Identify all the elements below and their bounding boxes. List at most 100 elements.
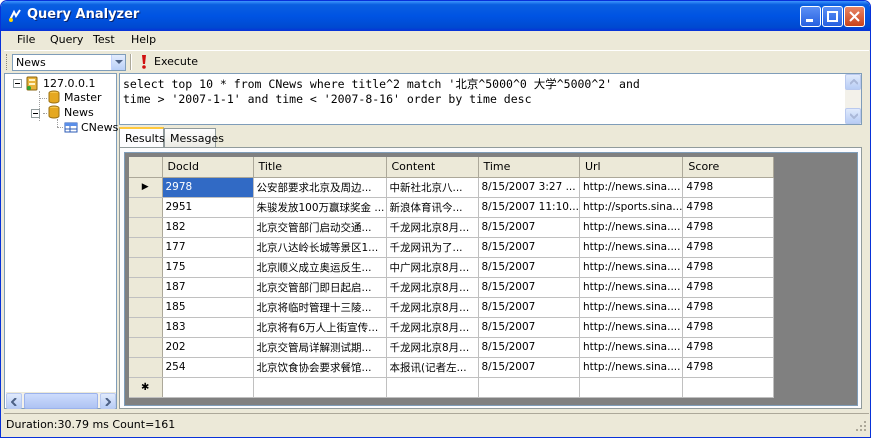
cell-content[interactable]: 千龙网讯为了...	[386, 237, 479, 258]
table-row[interactable]: ▶ 2978 公安部要求北京及周边... 中新社北京八... 8/15/2007 3:2…	[129, 177, 775, 198]
minimize-button[interactable]	[800, 6, 821, 27]
cell-title[interactable]: 北京将有6万人上街宣传...	[253, 317, 387, 338]
scroll-down-button[interactable]	[845, 108, 861, 124]
row-header[interactable]	[129, 357, 163, 378]
new-row-cell[interactable]	[162, 377, 254, 398]
cell-time[interactable]: 8/15/2007	[478, 297, 580, 318]
table-row[interactable]: 175 北京顺义成立奥运反生... 中广网北京8月... 8/15/2007 http:…	[129, 257, 775, 278]
cell-content[interactable]: 千龙网北京8月...	[386, 337, 479, 358]
scroll-right-button[interactable]	[100, 393, 116, 409]
cell-url[interactable]: http://news.sina....	[579, 357, 684, 378]
cell-time[interactable]: 8/15/2007	[478, 257, 580, 278]
cell-docid[interactable]: 183	[162, 317, 254, 338]
column-header-title[interactable]: Title	[253, 157, 387, 178]
row-header[interactable]	[129, 197, 163, 218]
row-header[interactable]	[129, 217, 163, 238]
new-row[interactable]: ✱	[129, 377, 775, 398]
query-editor[interactable]: select top 10 * from CNews where title^2…	[119, 73, 862, 125]
menu-file[interactable]: File	[17, 33, 35, 46]
cell-content[interactable]: 千龙网北京8月...	[386, 277, 479, 298]
cell-score[interactable]: 4798	[682, 337, 775, 358]
cell-score[interactable]: 4798	[682, 217, 775, 238]
cell-title[interactable]: 北京交管部门即日起启...	[253, 277, 387, 298]
cell-url[interactable]: http://news.sina....	[579, 257, 684, 278]
table-row[interactable]: 187 北京交管部门即日起启... 千龙网北京8月... 8/15/2007 http:…	[129, 277, 775, 298]
cell-content[interactable]: 中广网北京8月...	[386, 257, 479, 278]
column-header-score[interactable]: Score	[682, 157, 775, 178]
cell-content[interactable]: 千龙网北京8月...	[386, 297, 479, 318]
cell-url[interactable]: http://news.sina....	[579, 277, 684, 298]
cell-time[interactable]: 8/15/2007	[478, 337, 580, 358]
cell-url[interactable]: http://news.sina....	[579, 217, 684, 238]
cell-docid[interactable]: 177	[162, 237, 254, 258]
cell-url[interactable]: http://news.sina....	[579, 337, 684, 358]
cell-docid[interactable]: 182	[162, 217, 254, 238]
cell-docid[interactable]: 254	[162, 357, 254, 378]
title-bar[interactable]: Query Analyzer	[1, 1, 870, 31]
cell-score[interactable]: 4798	[682, 317, 775, 338]
results-grid[interactable]: DocId Title Content Time Url Score ▶ 2978…	[129, 157, 775, 398]
object-tree[interactable]: 127.0.0.1 Master News CNews	[4, 73, 118, 409]
cell-score[interactable]: 4798	[682, 257, 775, 278]
toolbar-grip[interactable]	[6, 54, 9, 70]
cell-time[interactable]: 8/15/2007 3:27 ...	[478, 177, 580, 198]
cell-score[interactable]: 4798	[682, 357, 775, 378]
database-select-dropdown[interactable]	[111, 55, 125, 70]
table-row[interactable]: 183 北京将有6万人上街宣传... 千龙网北京8月... 8/15/2007 http…	[129, 317, 775, 338]
menu-help[interactable]: Help	[131, 33, 156, 46]
database-select[interactable]: News	[12, 54, 126, 71]
maximize-button[interactable]	[822, 6, 843, 27]
cell-url[interactable]: http://news.sina....	[579, 177, 684, 198]
new-row-cell[interactable]	[253, 377, 387, 398]
cell-score[interactable]: 4798	[682, 237, 775, 258]
scroll-up-button[interactable]	[845, 74, 861, 90]
tree-database-master[interactable]: Master	[64, 91, 102, 104]
cell-score[interactable]: 4798	[682, 297, 775, 318]
cell-title[interactable]: 北京将临时管理十三陵...	[253, 297, 387, 318]
cell-score[interactable]: 4798	[682, 197, 775, 218]
cell-time[interactable]: 8/15/2007	[478, 277, 580, 298]
table-row[interactable]: 185 北京将临时管理十三陵... 千龙网北京8月... 8/15/2007 http:…	[129, 297, 775, 318]
scroll-left-button[interactable]	[6, 393, 22, 409]
resize-grip-icon[interactable]	[855, 420, 867, 432]
cell-time[interactable]: 8/15/2007	[478, 217, 580, 238]
cell-url[interactable]: http://news.sina....	[579, 297, 684, 318]
cell-url[interactable]: http://sports.sina...	[579, 197, 684, 218]
column-header-content[interactable]: Content	[386, 157, 479, 178]
row-header[interactable]	[129, 317, 163, 338]
grid-corner-header[interactable]	[129, 157, 163, 178]
cell-docid[interactable]: 187	[162, 277, 254, 298]
cell-content[interactable]: 千龙网北京8月...	[386, 217, 479, 238]
cell-content[interactable]: 中新社北京八...	[386, 177, 479, 198]
table-row[interactable]: 182 北京交管部门启动交通... 千龙网北京8月... 8/15/2007 http:…	[129, 217, 775, 238]
close-button[interactable]	[844, 6, 865, 27]
cell-title[interactable]: 北京交管局详解测试期...	[253, 337, 387, 358]
news-collapse-toggle[interactable]	[31, 109, 40, 118]
table-row[interactable]: 2951 朱骏发放100万赢球奖金 ... 新浪体育讯今... 8/15/2007 1…	[129, 197, 775, 218]
tree-database-news[interactable]: News	[64, 106, 94, 119]
cell-content[interactable]: 新浪体育讯今...	[386, 197, 479, 218]
cell-title[interactable]: 公安部要求北京及周边...	[253, 177, 387, 198]
row-header[interactable]	[129, 337, 163, 358]
cell-content[interactable]: 本报讯(记者左...	[386, 357, 479, 378]
row-header[interactable]	[129, 257, 163, 278]
scroll-thumb[interactable]	[24, 393, 98, 409]
row-header[interactable]	[129, 277, 163, 298]
table-row[interactable]: 254 北京饮食协会要求餐馆... 本报讯(记者左... 8/15/2007 http:…	[129, 357, 775, 378]
cell-title[interactable]: 北京顺义成立奥运反生...	[253, 257, 387, 278]
cell-title[interactable]: 朱骏发放100万赢球奖金 ...	[253, 197, 387, 218]
row-header[interactable]	[129, 297, 163, 318]
table-row[interactable]: 202 北京交管局详解测试期... 千龙网北京8月... 8/15/2007 http:…	[129, 337, 775, 358]
execute-button[interactable]: Execute	[136, 53, 198, 71]
cell-time[interactable]: 8/15/2007	[478, 357, 580, 378]
cell-time[interactable]: 8/15/2007	[478, 237, 580, 258]
cell-url[interactable]: http://news.sina....	[579, 237, 684, 258]
cell-title[interactable]: 北京交管部门启动交通...	[253, 217, 387, 238]
new-row-cell[interactable]	[478, 377, 580, 398]
cell-docid[interactable]: 2951	[162, 197, 254, 218]
tree-table-cnews[interactable]: CNews	[81, 121, 118, 134]
row-header[interactable]	[129, 237, 163, 258]
new-row-cell[interactable]	[579, 377, 684, 398]
cell-time[interactable]: 8/15/2007	[478, 317, 580, 338]
cell-score[interactable]: 4798	[682, 277, 775, 298]
